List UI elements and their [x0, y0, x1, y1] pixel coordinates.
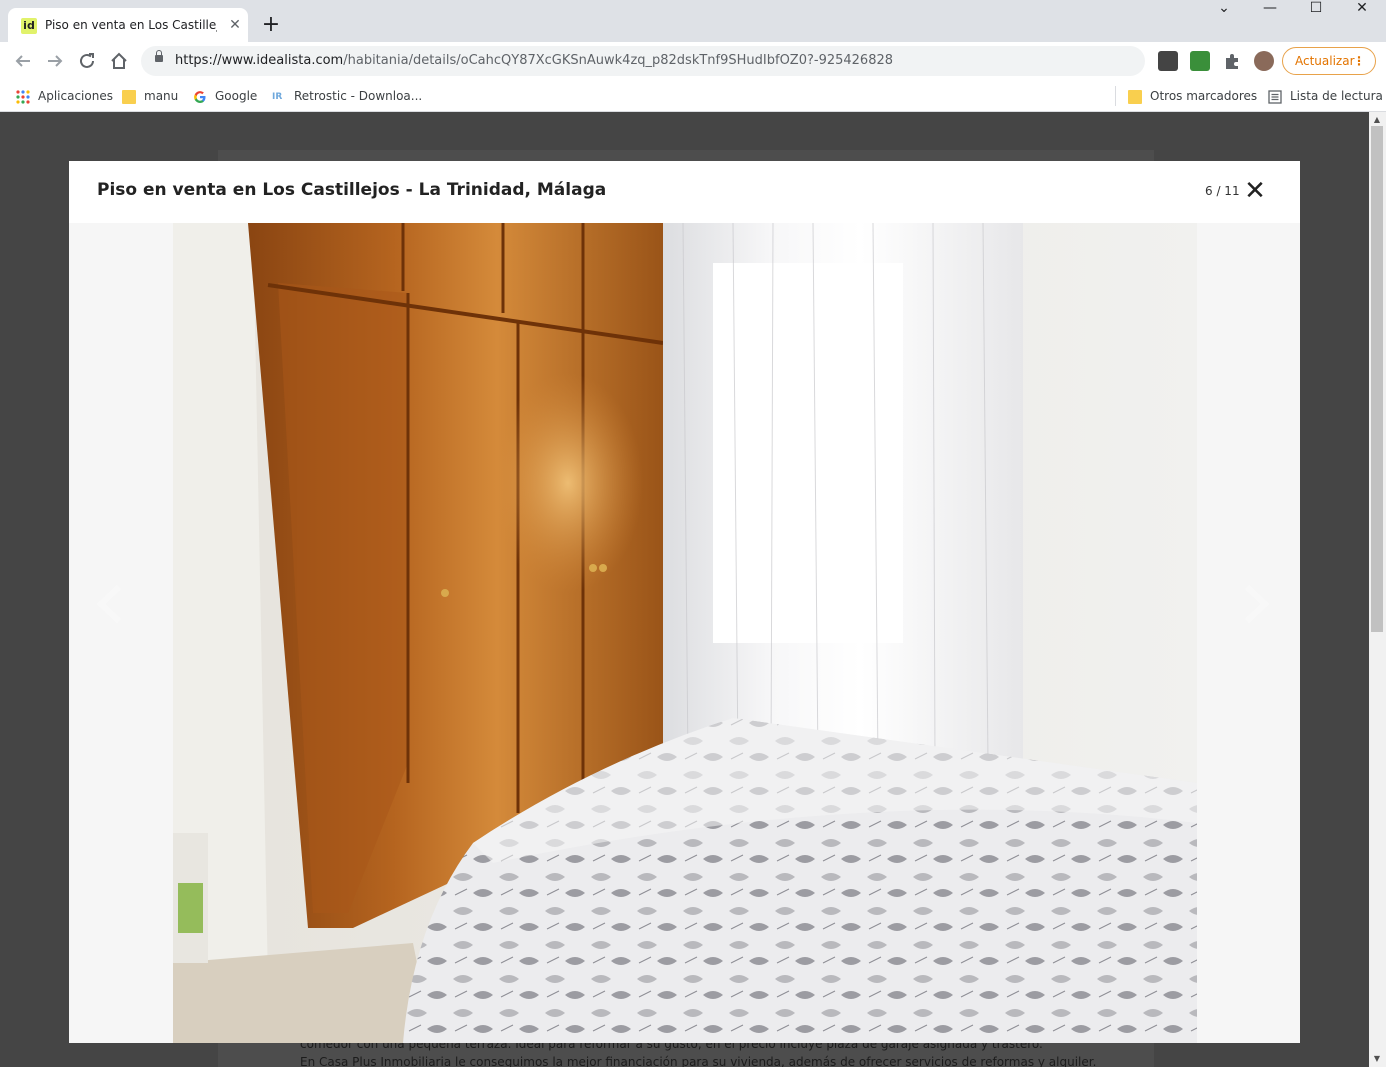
close-icon[interactable]: ✕ — [1243, 177, 1267, 205]
extension-icon[interactable] — [1158, 51, 1178, 71]
description-text: En Casa Plus Inmobiliaria le conseguimos… — [300, 1055, 1097, 1067]
next-photo-arrow-icon[interactable] — [1231, 581, 1277, 627]
apps-grid-icon — [16, 89, 30, 104]
idealista-favicon-icon: id — [21, 18, 37, 34]
browser-toolbar: https://www.idealista.com/habitania/deta… — [0, 42, 1386, 80]
scroll-down-icon[interactable]: ▼ — [1371, 1053, 1383, 1065]
folder-icon — [1128, 89, 1142, 104]
home-button[interactable] — [106, 48, 132, 74]
tab-title: Piso en venta en Los Castillejos - — [45, 18, 217, 32]
bookmark-retrostic[interactable]: IR Retrostic - Downloa... — [272, 86, 422, 106]
modal-header: Piso en venta en Los Castillejos - La Tr… — [69, 161, 1300, 223]
scroll-up-icon[interactable]: ▲ — [1371, 114, 1383, 126]
menu-dots-icon: ⋮ — [1353, 54, 1365, 68]
bookmark-label: Retrostic - Downloa... — [294, 89, 423, 103]
scrollbar-thumb[interactable] — [1371, 126, 1383, 632]
previous-photo-arrow-icon[interactable] — [89, 581, 135, 627]
url-host: https://www.idealista.com — [175, 53, 344, 68]
url-path: /habitania/details/oCahcQY87XcGKSnAuwk4z… — [343, 53, 894, 68]
bookmark-label: manu — [144, 89, 179, 103]
maximize-button[interactable]: ☐ — [1293, 0, 1339, 30]
tab-close-icon[interactable]: ✕ — [226, 16, 244, 34]
retrostic-icon: IR — [272, 91, 283, 102]
bookmark-google[interactable]: Google — [193, 86, 257, 106]
update-label: Actualizar — [1295, 54, 1355, 68]
forward-button[interactable] — [42, 48, 68, 74]
reading-list[interactable]: Lista de lectura — [1268, 86, 1383, 106]
google-icon — [193, 90, 207, 104]
tab-search-icon[interactable]: ⌄ — [1201, 0, 1247, 30]
bookmark-label: Aplicaciones — [38, 89, 113, 103]
listing-photo — [173, 223, 1197, 1043]
back-button[interactable] — [10, 48, 36, 74]
bookmarks-bar: Aplicaciones manu Google IR Retrostic - D… — [0, 80, 1386, 112]
url-text[interactable]: https://www.idealista.com/habitania/deta… — [175, 53, 893, 68]
new-tab-button[interactable]: + — [258, 12, 284, 38]
update-button[interactable]: Actualizar ⋮ — [1282, 47, 1376, 75]
tab-strip: id Piso en venta en Los Castillejos - ✕ … — [0, 0, 1386, 42]
address-bar[interactable]: https://www.idealista.com/habitania/deta… — [141, 46, 1145, 76]
bookmark-label: Google — [215, 89, 258, 103]
photo-counter: 6 / 11 — [1205, 184, 1240, 198]
bookmark-label: Lista de lectura — [1290, 89, 1383, 103]
extensions-puzzle-icon[interactable] — [1222, 51, 1242, 71]
bookmark-other[interactable]: Otros marcadores — [1128, 86, 1257, 106]
close-window-button[interactable]: ✕ — [1339, 0, 1385, 30]
bookmark-label: Otros marcadores — [1150, 89, 1258, 103]
reload-button[interactable] — [74, 48, 100, 74]
profile-avatar[interactable] — [1254, 51, 1274, 71]
modal-title: Piso en venta en Los Castillejos - La Tr… — [97, 180, 607, 200]
bookmarks-separator — [1115, 86, 1116, 106]
bookmark-apps[interactable]: Aplicaciones — [16, 86, 113, 106]
browser-tab[interactable]: id Piso en venta en Los Castillejos - ✕ — [8, 8, 248, 42]
folder-icon — [122, 89, 136, 104]
lock-icon[interactable] — [155, 50, 163, 62]
bookmark-manu[interactable]: manu — [122, 86, 178, 106]
reading-list-icon — [1268, 89, 1282, 104]
photo-gallery-modal: Piso en venta en Los Castillejos - La Tr… — [69, 161, 1300, 1043]
extension-icon[interactable] — [1190, 51, 1210, 71]
minimize-button[interactable]: — — [1247, 0, 1293, 30]
